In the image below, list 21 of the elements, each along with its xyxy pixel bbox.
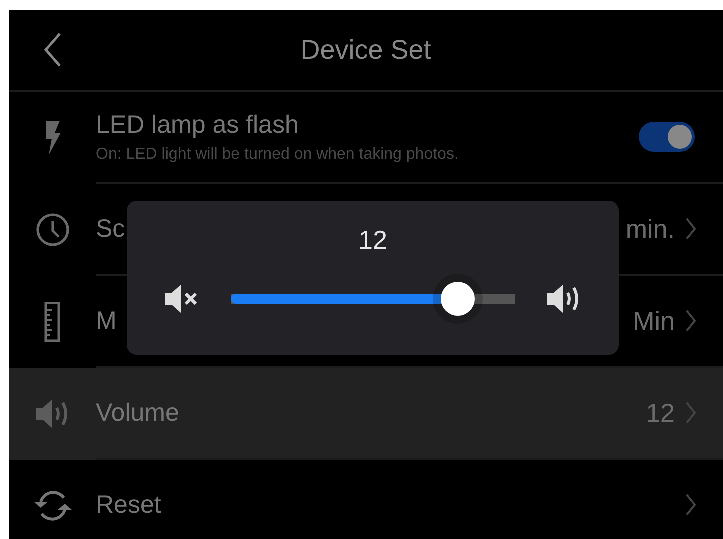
setting-row[interactable]: Reset — [9, 460, 723, 539]
setting-label: M — [96, 306, 117, 336]
setting-row[interactable]: Volume 12 — [9, 368, 723, 460]
setting-value: min. — [626, 214, 675, 244]
screen-title: Device Set — [300, 34, 432, 66]
setting-label: Volume — [96, 398, 180, 428]
setting-row[interactable]: LED lamp as flash On: LED light will be turned on when taking photos. — [9, 92, 723, 184]
setting-description: On: LED light will be turned on when taking photos. — [96, 146, 459, 164]
setting-label: LED lamp as flash — [96, 110, 299, 140]
lightning-icon — [44, 121, 62, 155]
back-icon[interactable] — [43, 32, 63, 68]
setting-label: Reset — [96, 490, 162, 520]
refresh-icon — [32, 488, 74, 524]
toggle-switch[interactable] — [639, 122, 695, 152]
setting-value: 12 — [646, 398, 675, 428]
setting-label: Sc — [96, 214, 126, 244]
ruler-icon — [44, 302, 62, 342]
clock-icon — [36, 213, 70, 247]
setting-value: Min — [633, 306, 675, 336]
volume-reading: 12 — [358, 225, 388, 256]
slider-thumb[interactable] — [441, 282, 476, 316]
